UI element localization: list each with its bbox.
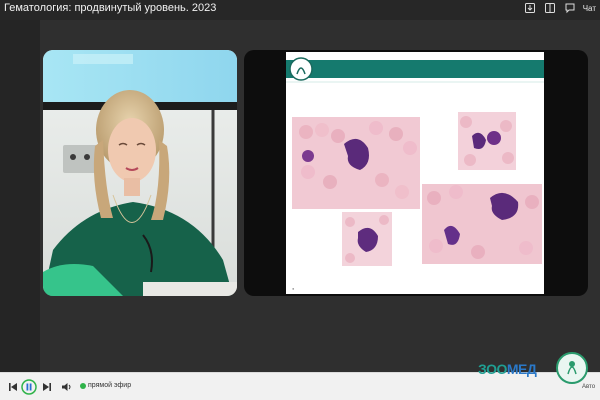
webinar-title: Гематология: продвинутый уровень. 2023 xyxy=(4,2,217,14)
speaker-video-frame xyxy=(43,50,237,296)
chat-label[interactable]: Чат xyxy=(583,4,596,13)
brand-logo-text: ЗООМЕД xyxy=(478,361,537,377)
micrograph-1 xyxy=(292,117,420,209)
skip-back-icon[interactable] xyxy=(6,379,20,395)
layout-icon[interactable] xyxy=(543,1,557,15)
brand-logo: ЗООМЕД xyxy=(478,361,540,395)
live-status-label: прямой эфир xyxy=(88,382,132,389)
title-bar: Гематология: продвинутый уровень. 2023 Ч… xyxy=(0,0,600,20)
app-window: Гематология: продвинутый уровень. 2023 Ч… xyxy=(0,0,600,400)
volume-icon[interactable] xyxy=(60,379,74,395)
speaker-video[interactable] xyxy=(43,50,237,296)
skip-forward-icon[interactable] xyxy=(40,379,54,395)
left-gutter xyxy=(0,20,40,372)
micrograph-3 xyxy=(422,184,542,264)
slide-header-band xyxy=(286,60,544,78)
slide-content: ● xyxy=(286,57,544,291)
society-emblem-icon xyxy=(556,352,588,384)
svg-text:●: ● xyxy=(292,286,295,291)
micrograph-4 xyxy=(342,212,392,266)
import-icon[interactable] xyxy=(523,1,537,15)
presentation-slide: ● xyxy=(286,52,544,294)
slide-logo-icon xyxy=(289,57,313,81)
pause-icon[interactable] xyxy=(20,379,38,395)
chat-icon[interactable] xyxy=(563,1,577,15)
auto-quality-label[interactable]: Авто xyxy=(582,384,595,390)
micrograph-2 xyxy=(458,112,516,170)
top-toolbar: Чат xyxy=(523,1,596,15)
live-indicator-icon xyxy=(80,383,86,389)
presentation-panel[interactable]: ● xyxy=(244,50,588,296)
